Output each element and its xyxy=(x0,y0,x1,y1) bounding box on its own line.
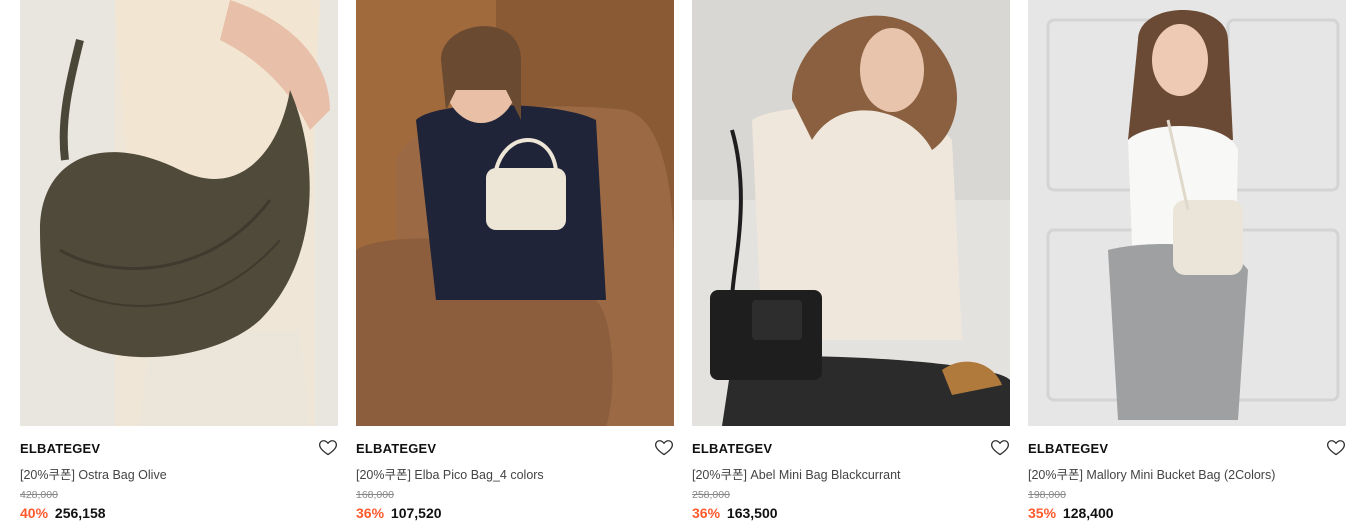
product-card[interactable]: ELBATEGEV [20%쿠폰] Elba Pico Bag_4 colors… xyxy=(356,0,674,527)
sale-price: 107,520 xyxy=(390,505,442,521)
price-row: 36% 107,520 xyxy=(356,505,442,521)
product-card[interactable]: ELBATEGEV [20%쿠폰] Abel Mini Bag Blackcur… xyxy=(692,0,1010,527)
brand-name[interactable]: ELBATEGEV xyxy=(692,441,772,456)
price-row: 36% 163,500 xyxy=(692,505,778,521)
product-card[interactable]: ELBATEGEV [20%쿠폰] Mallory Mini Bucket Ba… xyxy=(1028,0,1346,527)
product-name[interactable]: [20%쿠폰] Elba Pico Bag_4 colors xyxy=(356,464,544,483)
price-row: 40% 256,158 xyxy=(20,505,106,521)
sale-price: 163,500 xyxy=(726,505,778,521)
product-image[interactable] xyxy=(356,0,674,426)
original-price: 258,000 xyxy=(692,489,730,501)
product-grid: ELBATEGEV [20%쿠폰] Ostra Bag Olive 428,00… xyxy=(0,0,1354,527)
brand-name[interactable]: ELBATEGEV xyxy=(1028,441,1108,456)
discount-rate: 35% xyxy=(1028,505,1057,521)
original-price: 198,000 xyxy=(1028,489,1066,501)
heart-outline-icon[interactable] xyxy=(318,437,338,457)
product-name[interactable]: [20%쿠폰] Mallory Mini Bucket Bag (2Colors… xyxy=(1028,464,1275,483)
sale-price: 256,158 xyxy=(54,505,106,521)
discount-rate: 36% xyxy=(692,505,721,521)
heart-outline-icon[interactable] xyxy=(654,437,674,457)
heart-outline-icon[interactable] xyxy=(990,437,1010,457)
sale-price: 128,400 xyxy=(1062,505,1114,521)
discount-rate: 40% xyxy=(20,505,49,521)
product-image[interactable] xyxy=(20,0,338,426)
heart-outline-icon[interactable] xyxy=(1326,437,1346,457)
product-image[interactable] xyxy=(692,0,1010,426)
brand-name[interactable]: ELBATEGEV xyxy=(20,441,100,456)
product-card[interactable]: ELBATEGEV [20%쿠폰] Ostra Bag Olive 428,00… xyxy=(20,0,338,527)
discount-rate: 36% xyxy=(356,505,385,521)
product-name[interactable]: [20%쿠폰] Abel Mini Bag Blackcurrant xyxy=(692,464,901,483)
product-name[interactable]: [20%쿠폰] Ostra Bag Olive xyxy=(20,464,167,483)
original-price: 168,000 xyxy=(356,489,394,501)
brand-name[interactable]: ELBATEGEV xyxy=(356,441,436,456)
product-image[interactable] xyxy=(1028,0,1346,426)
price-row: 35% 128,400 xyxy=(1028,505,1114,521)
original-price: 428,000 xyxy=(20,489,58,501)
